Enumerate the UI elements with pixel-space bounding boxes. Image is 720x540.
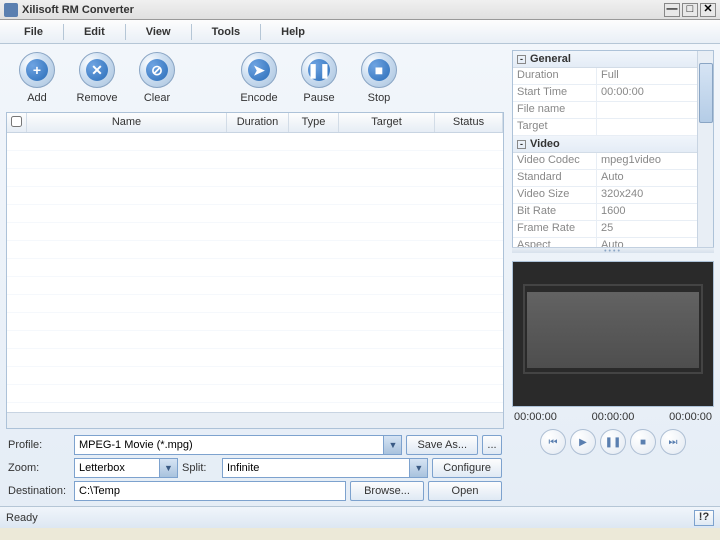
group-general[interactable]: -General (513, 51, 697, 68)
configure-button[interactable]: Configure (432, 458, 502, 478)
chevron-down-icon: ▼ (409, 459, 427, 477)
split-label: Split: (182, 462, 218, 474)
toolbar: +Add ✕Remove ⊘Clear ➤Encode ❚❚Pause ■Sto… (6, 50, 504, 112)
time-mid: 00:00:00 (592, 411, 635, 423)
vertical-scrollbar[interactable] (697, 51, 713, 247)
window-title: Xilisoft RM Converter (22, 4, 662, 16)
split-combo[interactable]: Infinite▼ (222, 458, 428, 478)
close-button[interactable]: ✕ (700, 3, 716, 17)
remove-button[interactable]: ✕Remove (70, 52, 124, 104)
menu-file[interactable]: File (10, 24, 57, 40)
prop-row[interactable]: AspectAuto (513, 238, 697, 247)
preview-panel (512, 261, 714, 407)
prop-row[interactable]: Video Codecmpeg1video (513, 153, 697, 170)
minimize-button[interactable]: — (664, 3, 680, 17)
collapse-icon: - (517, 55, 526, 64)
col-type[interactable]: Type (289, 113, 339, 132)
help-button[interactable]: !? (694, 510, 714, 526)
prop-row[interactable]: StandardAuto (513, 170, 697, 187)
menu-tools[interactable]: Tools (198, 24, 255, 40)
arrow-right-icon: ➤ (248, 59, 270, 81)
pause-playback-button[interactable]: ❚❚ (600, 429, 626, 455)
col-target[interactable]: Target (339, 113, 435, 132)
destination-input[interactable] (74, 481, 346, 501)
app-icon (4, 3, 18, 17)
playback-controls: ⏮ ▶ ❚❚ ■ ⏭ (512, 429, 714, 455)
add-button[interactable]: +Add (10, 52, 64, 104)
collapse-icon: - (517, 140, 526, 149)
menu-edit[interactable]: Edit (70, 24, 119, 40)
col-duration[interactable]: Duration (227, 113, 289, 132)
menubar: File Edit View Tools Help (0, 20, 720, 44)
prev-button[interactable]: ⏮ (540, 429, 566, 455)
prop-row[interactable]: Video Size320x240 (513, 187, 697, 204)
prop-row[interactable]: Target (513, 119, 697, 136)
group-video[interactable]: -Video (513, 136, 697, 153)
status-text: Ready (6, 512, 694, 524)
stop-icon: ■ (368, 59, 390, 81)
titlebar: Xilisoft RM Converter — □ ✕ (0, 0, 720, 20)
time-current: 00:00:00 (514, 411, 557, 423)
profile-combo[interactable]: MPEG-1 Movie (*.mpg)▼ (74, 435, 402, 455)
destination-label: Destination: (8, 485, 70, 497)
list-header: Name Duration Type Target Status (7, 113, 503, 133)
open-button[interactable]: Open (428, 481, 502, 501)
pause-button[interactable]: ❚❚Pause (292, 52, 346, 104)
list-body[interactable] (7, 133, 503, 412)
prop-row[interactable]: File name (513, 102, 697, 119)
saveas-button[interactable]: Save As... (406, 435, 478, 455)
file-list: Name Duration Type Target Status (6, 112, 504, 429)
prop-row[interactable]: DurationFull (513, 68, 697, 85)
more-button[interactable]: ... (482, 435, 502, 455)
statusbar: Ready !? (0, 506, 720, 528)
stop-button[interactable]: ■Stop (352, 52, 406, 104)
x-icon: ✕ (86, 59, 108, 81)
splitter[interactable]: •••• (512, 247, 714, 253)
zoom-combo[interactable]: Letterbox▼ (74, 458, 178, 478)
maximize-button[interactable]: □ (682, 3, 698, 17)
col-status[interactable]: Status (435, 113, 503, 132)
play-button[interactable]: ▶ (570, 429, 596, 455)
stop-playback-button[interactable]: ■ (630, 429, 656, 455)
plus-icon: + (26, 59, 48, 81)
prop-row[interactable]: Bit Rate1600 (513, 204, 697, 221)
horizontal-scrollbar[interactable] (7, 412, 503, 428)
col-name[interactable]: Name (27, 113, 227, 132)
menu-help[interactable]: Help (267, 24, 319, 40)
zoom-label: Zoom: (8, 462, 70, 474)
time-total: 00:00:00 (669, 411, 712, 423)
next-button[interactable]: ⏭ (660, 429, 686, 455)
clear-icon: ⊘ (146, 59, 168, 81)
prop-row[interactable]: Start Time00:00:00 (513, 85, 697, 102)
pause-icon: ❚❚ (308, 59, 330, 81)
property-grid: -General DurationFull Start Time00:00:00… (512, 50, 714, 248)
profile-label: Profile: (8, 439, 70, 451)
prop-row[interactable]: Frame Rate25 (513, 221, 697, 238)
menu-view[interactable]: View (132, 24, 185, 40)
browse-button[interactable]: Browse... (350, 481, 424, 501)
select-all-checkbox[interactable] (11, 116, 22, 127)
settings-form: Profile: MPEG-1 Movie (*.mpg)▼ Save As..… (6, 429, 504, 506)
encode-button[interactable]: ➤Encode (232, 52, 286, 104)
clear-button[interactable]: ⊘Clear (130, 52, 184, 104)
time-display: 00:00:00 00:00:00 00:00:00 (514, 411, 712, 423)
chevron-down-icon: ▼ (159, 459, 177, 477)
chevron-down-icon: ▼ (383, 436, 401, 454)
